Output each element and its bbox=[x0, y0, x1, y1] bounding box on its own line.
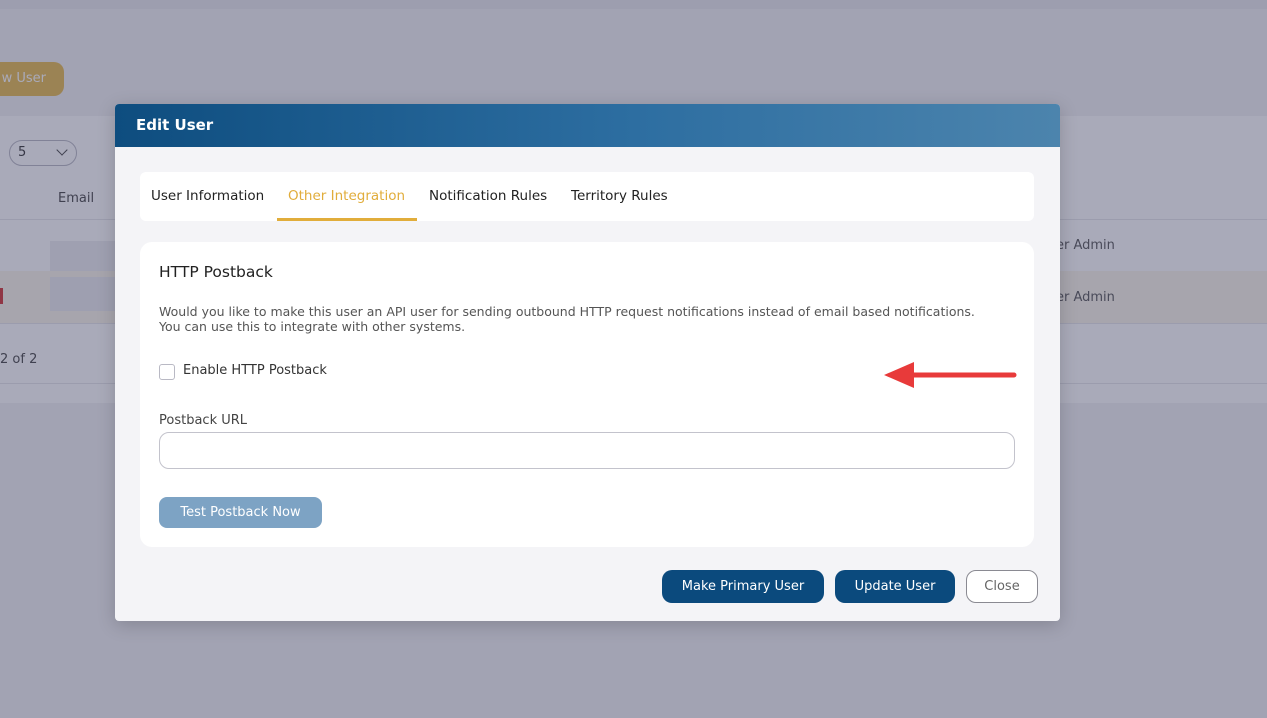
postback-url-label: Postback URL bbox=[159, 413, 248, 428]
update-user-button[interactable]: Update User bbox=[835, 570, 955, 603]
active-tab-indicator bbox=[277, 218, 417, 221]
modal-header: Edit User bbox=[115, 104, 1060, 147]
section-title: HTTP Postback bbox=[159, 263, 273, 281]
section-description: Would you like to make this user an API … bbox=[159, 304, 975, 334]
red-arrow-left-icon bbox=[884, 362, 1017, 388]
close-button[interactable]: Close bbox=[966, 570, 1038, 603]
tab-user-information[interactable]: User Information bbox=[151, 172, 264, 221]
enable-http-postback-label[interactable]: Enable HTTP Postback bbox=[183, 363, 327, 378]
enable-http-postback-checkbox[interactable] bbox=[159, 364, 175, 380]
tab-notification-rules[interactable]: Notification Rules bbox=[429, 172, 547, 221]
tab-territory-rules[interactable]: Territory Rules bbox=[571, 172, 668, 221]
tab-other-integration[interactable]: Other Integration bbox=[288, 172, 405, 221]
make-primary-user-button[interactable]: Make Primary User bbox=[662, 570, 824, 603]
http-postback-panel: HTTP Postback Would you like to make thi… bbox=[140, 242, 1034, 547]
test-postback-button[interactable]: Test Postback Now bbox=[159, 497, 322, 528]
tab-bar: User Information Other Integration Notif… bbox=[140, 172, 1034, 221]
modal-title: Edit User bbox=[136, 116, 214, 134]
postback-url-input[interactable] bbox=[159, 432, 1015, 469]
